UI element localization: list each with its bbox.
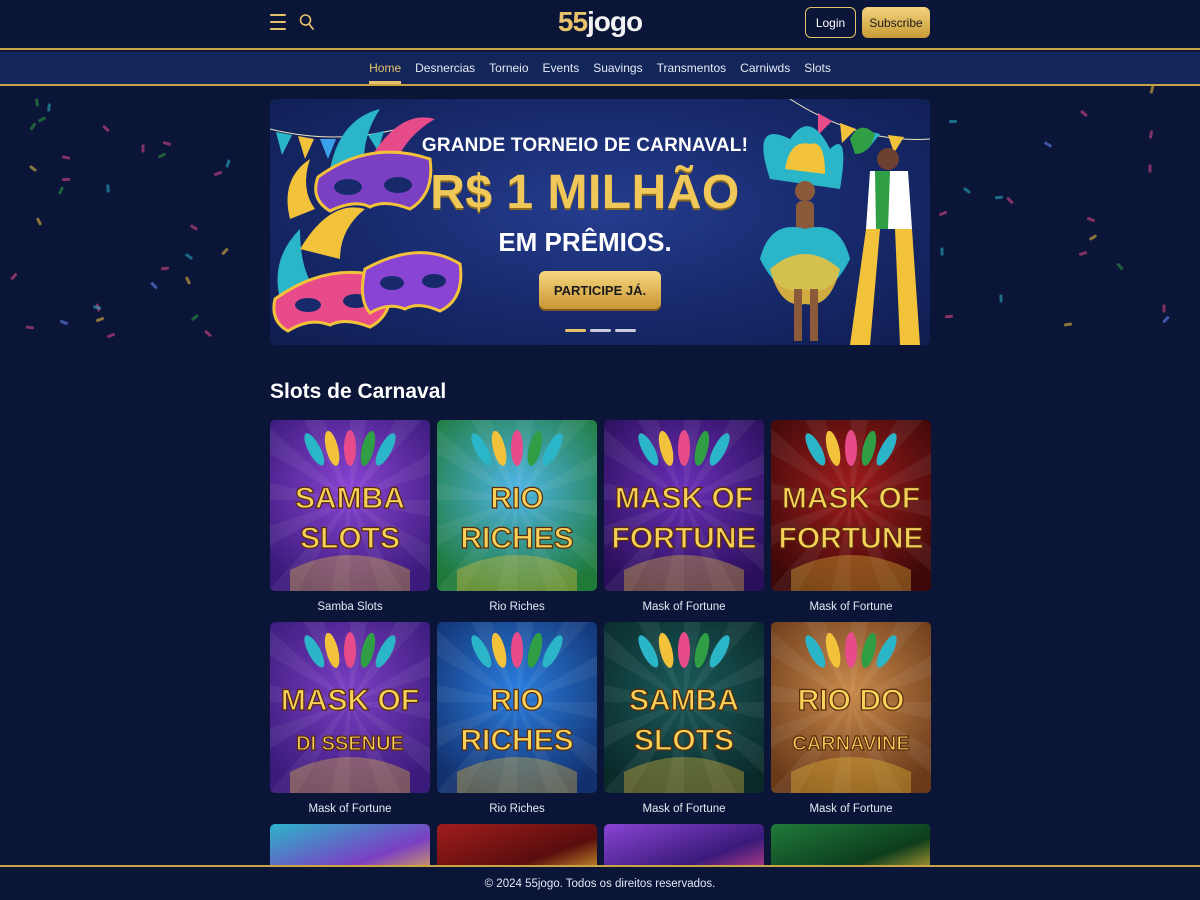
game-thumbnail[interactable]: RIO RICHES: [437, 420, 597, 591]
nav-item-suavings[interactable]: Suavings: [593, 52, 642, 84]
copyright-text: © 2024 55jogo. Todos os direitos reserva…: [484, 877, 716, 890]
game-thumbnail[interactable]: RIO DO CARNAVINE: [771, 622, 931, 793]
top-header: 55jogo Login Subscribe: [0, 0, 1200, 50]
game-title: Mask of Fortune: [642, 802, 726, 815]
participate-button[interactable]: PARTICIPE JÁ.: [539, 271, 661, 309]
game-art-title: SAMBA: [629, 684, 739, 717]
game-card[interactable]: RIO RICHES Rio Riches: [437, 420, 597, 622]
carnival-dancers-illustration: [760, 126, 920, 345]
main-nav: Home Desnercias Torneio Events Suavings Trans…: [0, 52, 1200, 86]
hero-subtitle: EM PRÊMIOS.: [498, 227, 672, 257]
nav-item-carniwds[interactable]: Carniwds: [740, 52, 790, 84]
nav-item-home[interactable]: Home: [369, 52, 402, 84]
nav-item-desnercias[interactable]: Desnercias: [415, 52, 475, 84]
game-card[interactable]: MASK OF FORTUNE Mask of Fortune: [604, 420, 764, 622]
game-art-title: MASK OF: [615, 482, 753, 515]
login-button[interactable]: Login: [805, 7, 856, 38]
game-thumbnail-partial[interactable]: [604, 824, 764, 866]
game-artwork: SAMBA SLOTS: [270, 420, 430, 591]
game-thumbnail-partial[interactable]: [771, 824, 930, 866]
game-artwork: MASK OF DI SSENUE: [270, 622, 430, 793]
game-art-title: RIO: [490, 684, 543, 717]
game-art-title: DI SSENUE: [296, 733, 404, 755]
nav-item-transmentos[interactable]: Transmentos: [657, 52, 727, 84]
game-artwork: MASK OF FORTUNE: [771, 420, 931, 591]
carousel-indicators: [565, 329, 636, 332]
game-card[interactable]: SAMBA SLOTS Mask of Fortune: [604, 622, 764, 824]
game-grid: SAMBA SLOTS Samba Slots RIO RICHES Rio Riches…: [270, 420, 931, 824]
nav-item-slots[interactable]: Slots: [804, 52, 831, 84]
game-title: Mask of Fortune: [809, 600, 893, 613]
game-title: Mask of Fortune: [642, 600, 726, 613]
section-title: Slots de Carnaval: [270, 380, 447, 403]
nav-item-events[interactable]: Events: [543, 52, 580, 84]
game-title: Mask of Fortune: [308, 802, 392, 815]
game-thumbnail-partial[interactable]: [270, 824, 430, 866]
menu-icon[interactable]: [270, 14, 286, 30]
carousel-dot[interactable]: [615, 329, 636, 332]
game-art-title: RIO DO: [798, 684, 905, 717]
game-art-title: SLOTS: [300, 522, 400, 555]
hero-prize: R$ 1 MILHÃO: [430, 166, 740, 219]
game-thumbnail[interactable]: SAMBA SLOTS: [270, 420, 430, 591]
game-art-title: MASK OF: [782, 482, 920, 515]
game-thumbnail[interactable]: MASK OF FORTUNE: [604, 420, 764, 591]
game-title: Rio Riches: [489, 600, 545, 613]
game-artwork: RIO RICHES: [437, 622, 597, 793]
carousel-dot[interactable]: [565, 329, 586, 332]
game-card[interactable]: RIO RICHES Rio Riches: [437, 622, 597, 824]
game-grid-overflow-row: [270, 824, 930, 866]
game-thumbnail[interactable]: RIO RICHES: [437, 622, 597, 793]
game-thumbnail[interactable]: MASK OF DI SSENUE: [270, 622, 430, 793]
game-card[interactable]: RIO DO CARNAVINE Mask of Fortune: [771, 622, 931, 824]
site-footer: © 2024 55jogo. Todos os direitos reserva…: [0, 865, 1200, 900]
game-title: Mask of Fortune: [809, 802, 893, 815]
game-title: Rio Riches: [489, 802, 545, 815]
game-art-title: RIO: [490, 482, 543, 515]
game-artwork: RIO DO CARNAVINE: [771, 622, 931, 793]
game-art-title: FORTUNE: [612, 522, 757, 555]
nav-item-torneio[interactable]: Torneio: [489, 52, 528, 84]
game-art-title: MASK OF: [281, 684, 419, 717]
game-artwork: SAMBA SLOTS: [604, 622, 764, 793]
subscribe-button[interactable]: Subscribe: [862, 7, 930, 38]
carousel-dot[interactable]: [590, 329, 611, 332]
game-card[interactable]: MASK OF FORTUNE Mask of Fortune: [771, 420, 931, 622]
game-card[interactable]: MASK OF DI SSENUE Mask of Fortune: [270, 622, 430, 824]
game-art-title: RICHES: [460, 522, 573, 555]
game-card[interactable]: SAMBA SLOTS Samba Slots: [270, 420, 430, 622]
game-artwork: RIO RICHES: [437, 420, 597, 591]
game-art-title: CARNAVINE: [792, 733, 909, 755]
hero-banner[interactable]: GRANDE TORNEIO DE CARNAVAL! R$ 1 MILHÃO …: [270, 99, 930, 345]
game-thumbnail[interactable]: SAMBA SLOTS: [604, 622, 764, 793]
game-thumbnail-partial[interactable]: [437, 824, 597, 866]
hero-title: GRANDE TORNEIO DE CARNAVAL!: [421, 135, 749, 156]
game-title: Samba Slots: [317, 600, 383, 613]
site-logo[interactable]: 55jogo: [558, 6, 643, 38]
game-artwork: MASK OF FORTUNE: [604, 420, 764, 591]
game-art-title: RICHES: [460, 724, 573, 757]
game-art-title: SLOTS: [634, 724, 734, 757]
game-art-title: SAMBA: [295, 482, 405, 515]
game-thumbnail[interactable]: MASK OF FORTUNE: [771, 420, 931, 591]
search-icon[interactable]: [299, 13, 315, 31]
game-art-title: FORTUNE: [779, 522, 924, 555]
